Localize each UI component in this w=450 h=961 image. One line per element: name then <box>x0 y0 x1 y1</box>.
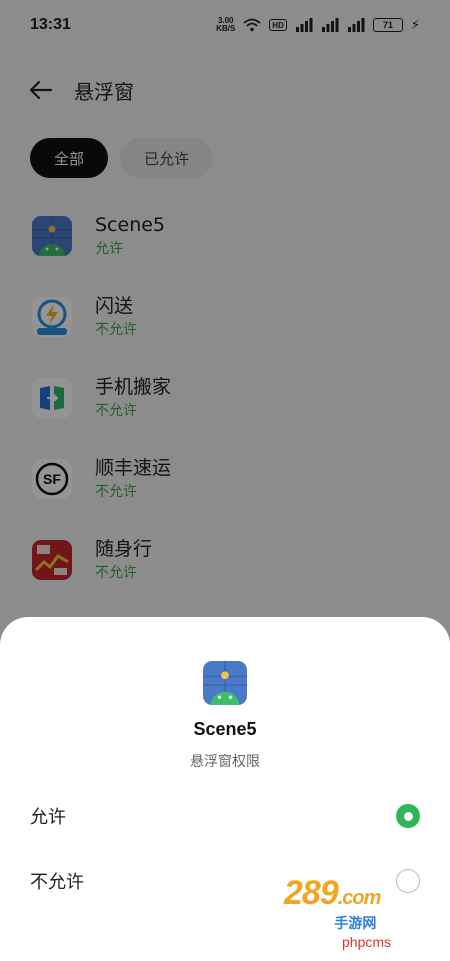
sheet-subtitle: 悬浮窗权限 <box>190 754 260 770</box>
watermark-logo-main: 289.com <box>284 874 381 912</box>
option-label: 不允许 <box>30 872 84 893</box>
option-deny[interactable]: 不允许 <box>0 849 450 913</box>
watermark-logo-sub: 手游网 <box>334 916 377 932</box>
permission-bottom-sheet: Scene5 悬浮窗权限 允许 不允许 <box>0 617 450 961</box>
sheet-app-name: Scene5 <box>193 719 257 739</box>
radio-unchecked-icon[interactable] <box>396 869 420 893</box>
radio-checked-icon[interactable] <box>396 804 420 828</box>
option-label: 允许 <box>30 807 66 828</box>
option-allow[interactable]: 允许 <box>0 784 450 848</box>
watermark-logo: 289.com 手游网 <box>284 874 381 933</box>
scene5-icon <box>203 661 247 705</box>
watermark-text: phpcms <box>342 934 392 950</box>
